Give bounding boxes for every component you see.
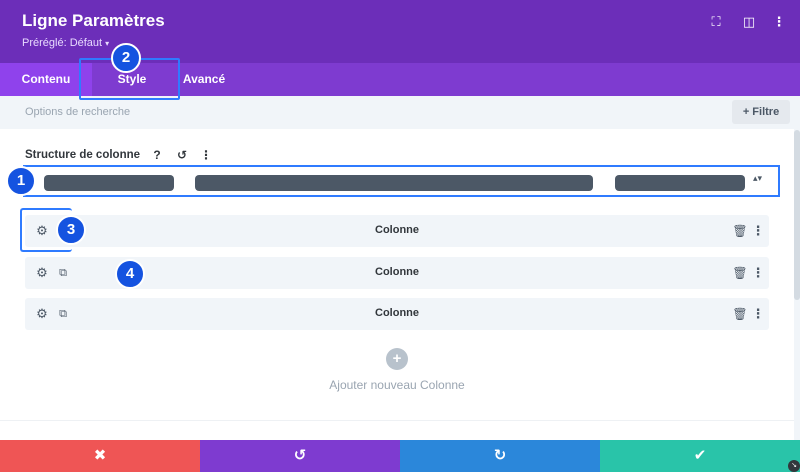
annotation-badge-4: 4 <box>115 259 145 289</box>
preset-label: Préréglé: Défaut <box>22 37 103 49</box>
trash-icon[interactable]: 🗑 <box>732 265 748 281</box>
filter-button[interactable]: + Filtre <box>732 100 790 124</box>
redo-button[interactable]: ↻ <box>400 440 600 472</box>
preset-selector[interactable]: Préréglé: Défaut ▾ <box>22 37 109 49</box>
search-input[interactable]: Options de recherche <box>25 106 130 118</box>
add-column-label[interactable]: Ajouter nouveau Colonne <box>0 378 794 392</box>
tab-avance[interactable]: Avancé <box>172 63 236 96</box>
modal-title: Ligne Paramètres <box>22 11 165 30</box>
more-options-icon[interactable]: ⋮ <box>750 306 766 322</box>
chevron-down-icon: ▾ <box>105 39 110 48</box>
duplicate-icon[interactable]: ⧉ <box>55 265 71 281</box>
resize-handle-icon[interactable]: ↘ <box>788 460 800 472</box>
annotation-badge-2: 2 <box>111 43 141 73</box>
annotation-badge-3: 3 <box>56 215 86 245</box>
column-structure-label: Structure de colonne <box>25 149 141 161</box>
save-button[interactable]: ✔ <box>600 440 800 472</box>
gear-icon[interactable]: ⚙ <box>34 306 50 322</box>
column-label: Colonne <box>375 307 419 319</box>
divider <box>0 420 794 421</box>
duplicate-icon[interactable]: ⧉ <box>55 306 71 322</box>
scrollbar-thumb[interactable] <box>794 130 800 300</box>
column-item[interactable]: Colonne ⚙ ⧉ 🗑 ⋮ <box>25 298 769 330</box>
trash-icon[interactable]: 🗑 <box>732 306 748 322</box>
column-structure-select[interactable]: ▴▾ <box>23 165 780 197</box>
split-view-icon[interactable]: ◫ <box>741 14 757 30</box>
more-options-icon[interactable]: ⋮ <box>750 223 766 239</box>
more-options-icon[interactable]: ⋮ <box>750 265 766 281</box>
column-item[interactable]: Colonne ⚙ 🗑 ⋮ <box>25 215 769 247</box>
column-layout-bar-3 <box>615 175 745 191</box>
more-options-icon[interactable]: ⋮ <box>771 14 787 30</box>
column-layout-bar-1 <box>44 175 174 191</box>
modal-footer: ✖ ↺ ↻ ✔ <box>0 440 800 472</box>
undo-button[interactable]: ↺ <box>200 440 400 472</box>
trash-icon[interactable]: 🗑 <box>732 223 748 239</box>
cancel-button[interactable]: ✖ <box>0 440 200 472</box>
options-search-bar: Options de recherche + Filtre <box>0 96 800 129</box>
column-label: Colonne <box>375 224 419 236</box>
gear-icon[interactable]: ⚙ <box>34 265 50 281</box>
annotation-badge-1: 1 <box>6 166 36 196</box>
select-arrows-icon: ▴▾ <box>753 173 763 183</box>
reset-icon[interactable]: ↺ <box>174 147 190 163</box>
add-column-icon[interactable]: + <box>386 348 408 370</box>
column-layout-bar-2 <box>195 175 593 191</box>
fullscreen-icon[interactable]: ⛶ <box>708 14 724 30</box>
help-icon[interactable]: ? <box>149 147 165 163</box>
more-options-icon[interactable]: ⋮ <box>198 147 214 163</box>
